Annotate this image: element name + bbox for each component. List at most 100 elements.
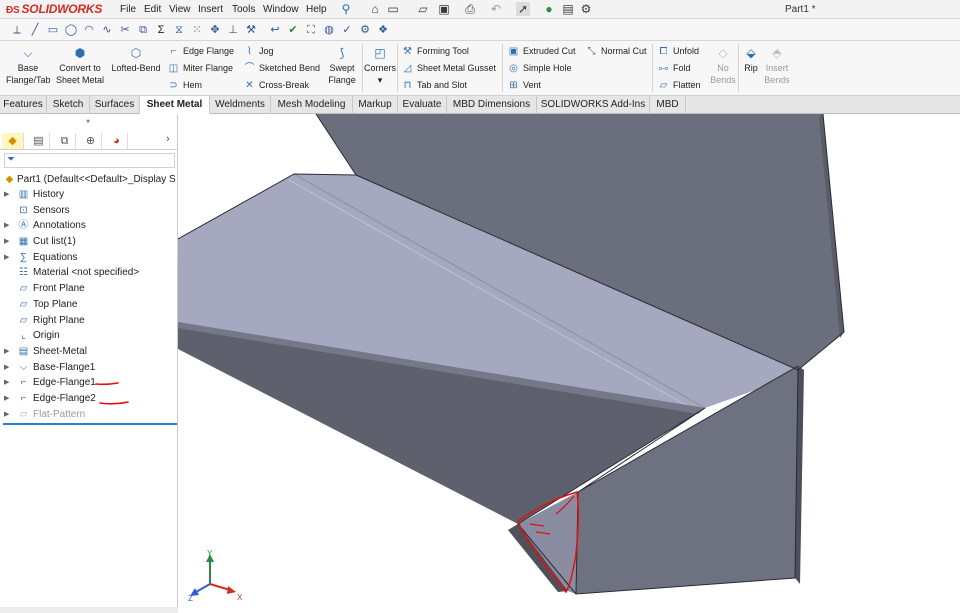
open-icon[interactable]: ▱	[416, 2, 430, 16]
expand-arrow-icon[interactable]: ▶	[4, 344, 12, 359]
mirror-icon[interactable]: ⧖	[172, 23, 186, 37]
tree-item-top-plane[interactable]: ▱ Top Plane	[0, 297, 178, 312]
menu-help[interactable]: Help	[306, 4, 327, 15]
settings-icon[interactable]: ⚙	[358, 23, 372, 37]
trim-icon[interactable]: ✂	[118, 23, 132, 37]
tree-item-material[interactable]: ☷ Material <not specified>	[0, 265, 178, 280]
tab-mesh-modeling[interactable]: Mesh Modeling	[271, 96, 353, 114]
rollback-bar[interactable]	[3, 423, 177, 425]
repair-icon[interactable]: ⚒	[244, 23, 258, 37]
tree-item-base-flange1[interactable]: ▶ ⌵ Base-Flange1	[0, 360, 178, 375]
tree-item-right-plane[interactable]: ▱ Right Plane	[0, 313, 178, 328]
pin-icon[interactable]: ⚲	[339, 2, 353, 16]
solidworks-logo[interactable]: ƉS SOLIDWORKS	[6, 2, 102, 17]
undo-icon[interactable]: ↶	[489, 2, 503, 16]
flatten-button[interactable]: ▱ Flatten	[657, 78, 701, 93]
unfold-button[interactable]: ⧠ Unfold	[657, 44, 700, 59]
save-icon[interactable]: ▣	[437, 2, 451, 16]
arc-icon[interactable]: ◠	[82, 23, 96, 37]
graphics-area[interactable]: ⌕ ⊕ ↺ ◧ ⊡ ▥ ◩ ◉ ◕ ◒ ▭	[178, 114, 960, 613]
normal-cut-button[interactable]: ⤡ Normal Cut	[585, 44, 647, 59]
tab-mbd-dimensions[interactable]: MBD Dimensions	[447, 96, 537, 114]
menu-window[interactable]: Window	[263, 4, 299, 15]
corners-dropdown-icon[interactable]: ▾	[378, 75, 383, 85]
tab-markup[interactable]: Markup	[353, 96, 398, 114]
print-icon[interactable]: ⎙	[463, 2, 477, 16]
dimxpert-tab-icon[interactable]: ⊕	[80, 133, 102, 149]
menu-edit[interactable]: Edit	[144, 4, 161, 15]
line-icon[interactable]: ╱	[28, 23, 42, 37]
tab-surfaces[interactable]: Surfaces	[90, 96, 140, 114]
configuration-manager-tab-icon[interactable]: ⧉	[54, 133, 76, 149]
corners-button[interactable]: ◰ Corners ▾	[362, 47, 398, 86]
offset-icon[interactable]: ⧉	[136, 23, 150, 37]
cross-break-button[interactable]: ✕ Cross-Break	[243, 78, 309, 93]
equation-icon[interactable]: Σ	[154, 23, 168, 37]
sheet-metal-part-model[interactable]	[178, 114, 960, 613]
menu-file[interactable]: File	[120, 4, 136, 15]
select-icon[interactable]: ➚	[516, 2, 530, 16]
tab-features[interactable]: Features	[0, 96, 47, 114]
sheet-metal-gusset-button[interactable]: ◿ Sheet Metal Gusset	[401, 61, 496, 76]
blocks-icon[interactable]: ❖	[376, 23, 390, 37]
exit-sketch-icon[interactable]: ↩	[268, 23, 282, 37]
home-icon[interactable]: ⌂	[368, 2, 382, 16]
expand-arrow-icon[interactable]: ▶	[4, 375, 12, 390]
expand-arrow-icon[interactable]: ▶	[4, 187, 12, 202]
expand-arrow-icon[interactable]: ▶	[4, 234, 12, 249]
tab-and-slot-button[interactable]: ⊓ Tab and Slot	[401, 78, 467, 93]
base-flange-button[interactable]: ⌵ Base Flange/Tab	[6, 47, 51, 86]
file-properties-icon[interactable]: ▤	[561, 2, 575, 16]
tab-solidworks-add-ins[interactable]: SOLIDWORKS Add-Ins	[537, 96, 650, 114]
expand-arrow-icon[interactable]: ▶	[4, 360, 12, 375]
menu-view[interactable]: View	[169, 4, 191, 15]
tab-weldments[interactable]: Weldments	[210, 96, 271, 114]
feature-manager-tab-icon[interactable]: ◆	[2, 133, 24, 149]
menu-tools[interactable]: Tools	[232, 4, 255, 15]
hem-button[interactable]: ⊃ Hem	[167, 78, 202, 93]
tree-item-sheet-metal[interactable]: ▶ ▤ Sheet-Metal	[0, 344, 178, 359]
tree-item-edge-flange2[interactable]: ▶ ⌐ Edge-Flange2	[0, 391, 178, 406]
fold-button[interactable]: ⧟ Fold	[657, 61, 691, 76]
move-icon[interactable]: ✥	[208, 23, 222, 37]
menu-insert[interactable]: Insert	[198, 4, 223, 15]
tree-filter-input[interactable]: ⏷	[4, 153, 175, 168]
display-icon[interactable]: ◍	[322, 23, 336, 37]
swept-flange-button[interactable]: ⟆ Swept Flange	[324, 47, 360, 86]
property-manager-tab-icon[interactable]: ▤	[28, 133, 50, 149]
expand-arrow-icon[interactable]: ▶	[4, 391, 12, 406]
tree-item-equations[interactable]: ▶ ∑ Equations	[0, 250, 178, 265]
tree-item-history[interactable]: ▶ ▥ History	[0, 187, 178, 202]
circle-icon[interactable]: ◯	[64, 23, 78, 37]
no-bends-button[interactable]: ◇ No Bends	[708, 47, 738, 86]
panel-horizontal-scrollbar[interactable]	[0, 607, 178, 613]
tree-item-front-plane[interactable]: ▱ Front Plane	[0, 281, 178, 296]
relations-icon[interactable]: ⊥	[226, 23, 240, 37]
jog-button[interactable]: ⌇ Jog	[243, 44, 273, 59]
tab-evaluate[interactable]: Evaluate	[398, 96, 447, 114]
chevron-right-icon[interactable]: ›	[166, 133, 170, 145]
tab-sketch[interactable]: Sketch	[47, 96, 90, 114]
options-icon[interactable]: ⚙	[579, 2, 593, 16]
sketched-bend-button[interactable]: ⌒ Sketched Bend	[243, 61, 321, 76]
edge-flange-button[interactable]: ⌐ Edge Flange	[167, 44, 234, 59]
expand-arrow-icon[interactable]: ▶	[4, 218, 12, 233]
rip-button[interactable]: ⬙ Rip	[740, 47, 762, 74]
convert-to-sheet-metal-button[interactable]: ⬢ Convert to Sheet Metal	[54, 47, 106, 86]
tab-sheet-metal[interactable]: Sheet Metal	[140, 96, 210, 114]
miter-flange-button[interactable]: ◫ Miter Flange	[167, 61, 233, 76]
vent-button[interactable]: ⊞ Vent	[507, 78, 541, 93]
forming-tool-button[interactable]: ⚒ Forming Tool	[401, 44, 469, 59]
fully-defined-icon[interactable]: ⛶	[304, 23, 318, 37]
smart-dimension-icon[interactable]: ⟂	[10, 23, 24, 37]
extruded-cut-button[interactable]: ▣ Extruded Cut	[507, 44, 576, 59]
simple-hole-button[interactable]: ◎ Simple Hole	[507, 61, 571, 76]
tree-item-sensors[interactable]: ⊡ Sensors	[0, 203, 178, 218]
expand-arrow-icon[interactable]: ▶	[4, 250, 12, 265]
expand-arrow-icon[interactable]: ▶	[4, 407, 12, 422]
new-doc-icon[interactable]: ▭	[386, 2, 400, 16]
tree-root-part[interactable]: ◆ Part1 (Default<<Default>_Display S	[0, 172, 178, 187]
insert-bends-button[interactable]: ⬘ Insert Bends	[762, 47, 792, 86]
accept-icon[interactable]: ✔	[286, 23, 300, 37]
spline-icon[interactable]: ∿	[100, 23, 114, 37]
